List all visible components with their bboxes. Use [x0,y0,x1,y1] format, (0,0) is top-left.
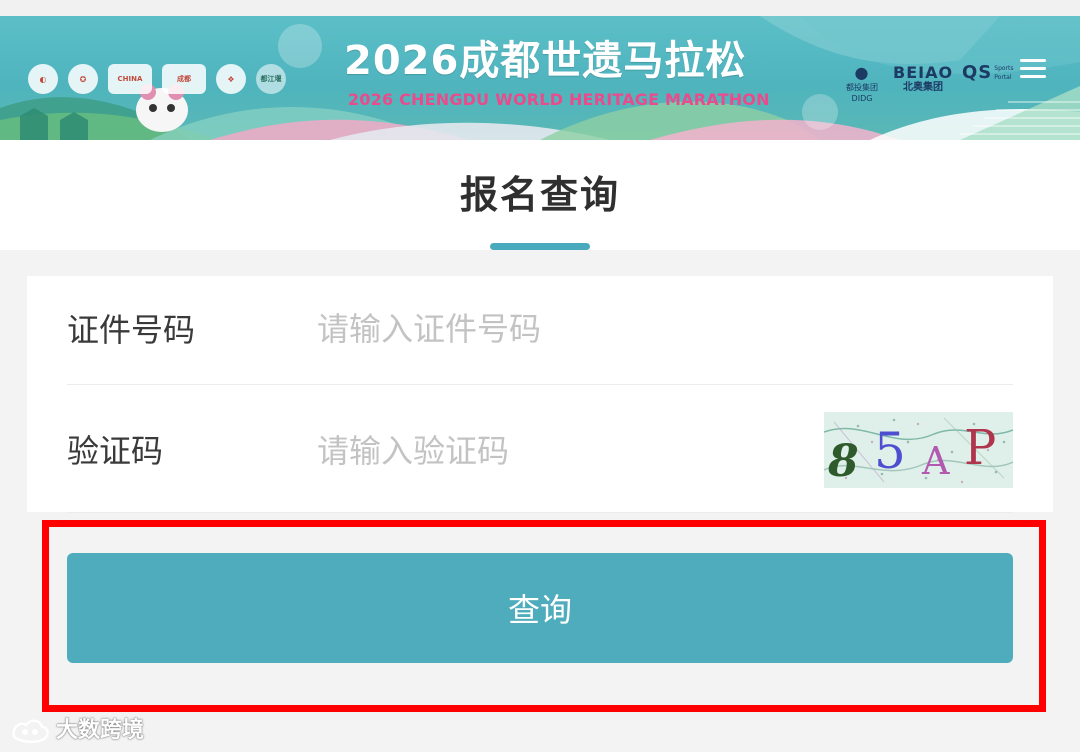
event-banner: ◐ ✪ CHINA 成都 ❖ 都江堰 2026成都世遗马拉松 2026 CHEN… [0,16,1080,140]
banner-subtitle: 2026 CHENGDU WORLD HERITAGE MARATHON [348,90,770,109]
page-header: 报名查询 [0,140,1080,250]
captcha-char: 5 [874,422,906,480]
query-button[interactable]: 查询 [67,553,1013,663]
watermark: 大数跨境 [10,716,144,746]
banner-title: 2026成都世遗马拉松 [344,38,747,84]
id-number-input[interactable] [317,306,777,352]
registration-query-form: 证件号码 验证码 [27,276,1053,513]
heritage-logo-icon: ❖ [216,64,246,94]
captcha-image[interactable]: 8 5 A P [824,412,1013,488]
sponsor-beiao-name: 北奥集团 [903,82,944,93]
chengdu-logo-cn: 成都 [177,75,191,83]
page-title: 报名查询 [459,173,620,217]
organizer-logos: ◐ ✪ CHINA 成都 ❖ 都江堰 [28,64,286,94]
captcha-char: P [964,420,997,476]
sponsor-didg-name: 都投集团 [846,83,878,92]
dujiangyan-logo: 都江堰 [256,64,286,94]
captcha-label: 验证码 [67,432,164,470]
id-number-row: 证件号码 [67,276,1013,385]
hamburger-menu-icon[interactable] [1020,54,1046,90]
emblem-logo-icon: ✪ [68,64,98,94]
sponsor-didg: ● 都投集团 DIDG [846,64,878,104]
sponsor-beiao-mark: BEIAO [893,63,954,82]
menu-bar [1020,59,1046,62]
status-gap [0,0,1080,16]
watermark-text: 大数跨境 [56,718,145,743]
captcha-char: A [922,439,950,483]
sponsor-didg-mark: ● [854,63,870,82]
id-number-label: 证件号码 [67,311,196,349]
sponsor-qs-mark: QS [962,62,993,83]
captcha-char: 8 [828,436,859,487]
title-underline [490,243,590,250]
menu-bar [1020,75,1046,78]
dujiangyan-logo-text: 都江堰 [260,75,282,83]
sponsor-qs: QS Sports Portal [962,64,1018,82]
china-logo: CHINA [108,64,152,94]
dashu-logo-icon [12,719,49,743]
sponsor-beiao: BEIAO 北奥集团 [893,63,954,94]
menu-bar [1020,67,1046,70]
sponsor-qs-name: Sports Portal [994,65,1014,81]
chengdu-logo: 成都 [162,64,206,94]
sponsor-didg-sub: DIDG [851,94,873,103]
captcha-input[interactable] [317,428,777,474]
organizer-logo-icon: ◐ [28,64,58,94]
captcha-row: 验证码 8 [67,386,1013,513]
